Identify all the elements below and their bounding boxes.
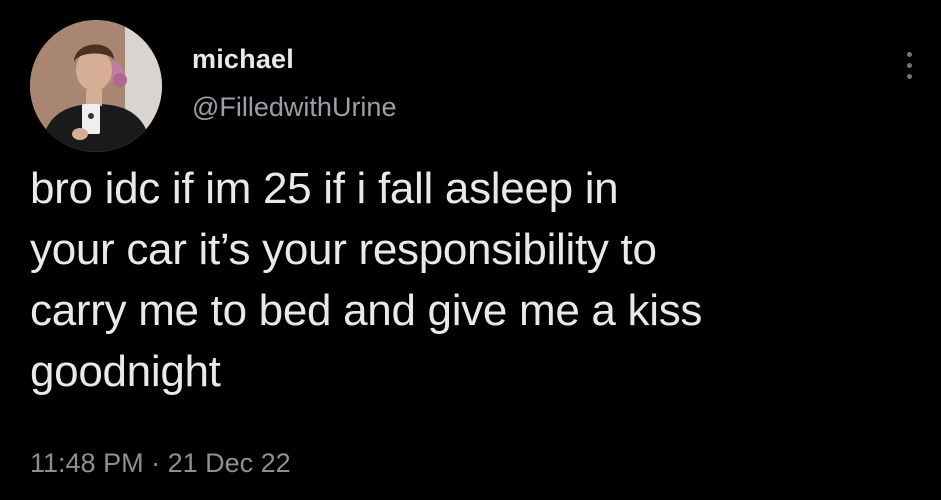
tweet-text: bro idc if im 25 if i fall asleep in you… xyxy=(30,164,703,396)
tweet-time[interactable]: 11:48 PM xyxy=(30,448,144,478)
avatar[interactable] xyxy=(30,20,162,152)
tweet-date[interactable]: 21 Dec 22 xyxy=(168,448,291,478)
profile-photo-avatar-icon xyxy=(30,20,162,152)
tweet-card: michael @FilledwithUrine bro idc if im 2… xyxy=(0,0,941,500)
meta-separator: · xyxy=(151,448,161,478)
more-vertical-icon[interactable] xyxy=(902,52,916,88)
more-dot xyxy=(906,63,912,68)
user-handle[interactable]: @FilledwithUrine xyxy=(192,90,396,124)
more-dot xyxy=(906,74,912,79)
author-names: michael @FilledwithUrine xyxy=(192,42,396,124)
display-name[interactable]: michael xyxy=(192,42,396,76)
tweet-header: michael @FilledwithUrine xyxy=(30,12,912,152)
more-dot xyxy=(906,52,912,57)
tweet-timestamp: 11:48 PM · 21 Dec 22 xyxy=(30,446,291,480)
